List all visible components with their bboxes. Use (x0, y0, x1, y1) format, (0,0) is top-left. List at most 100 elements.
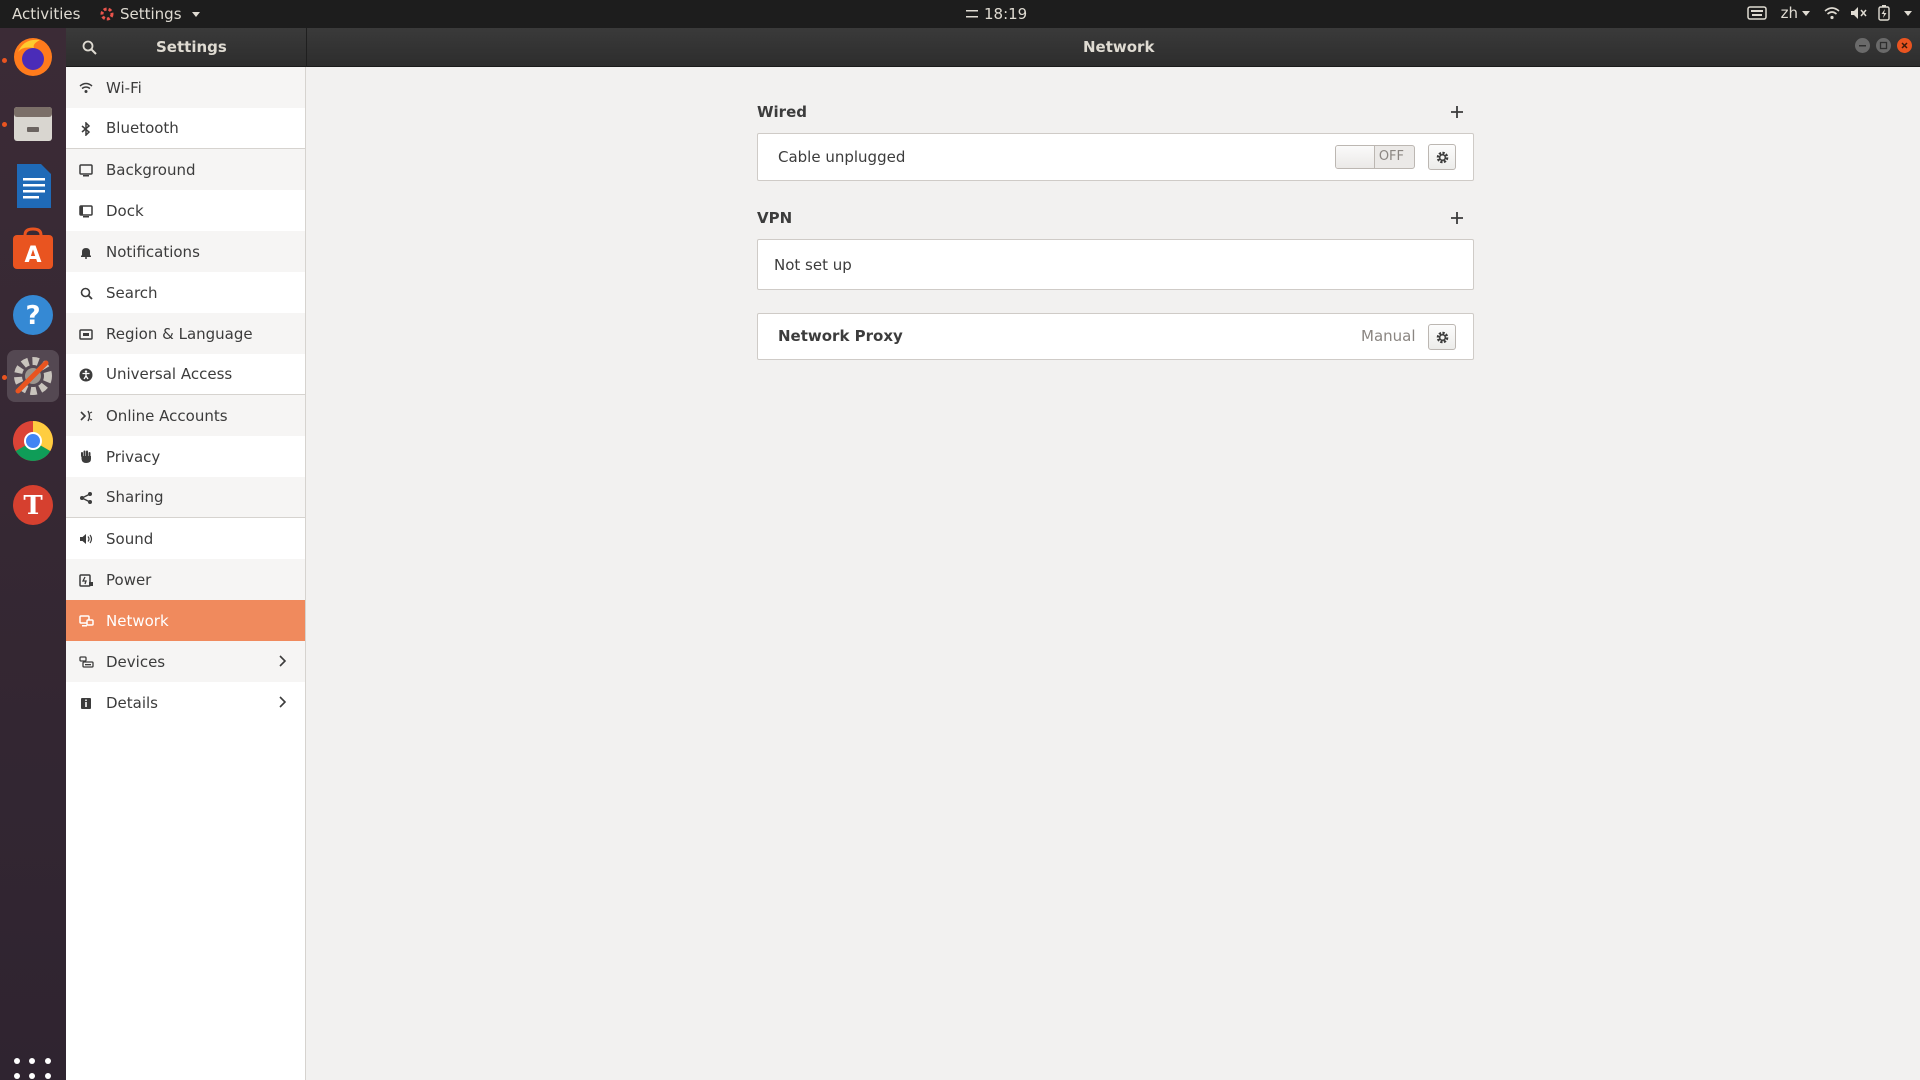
gear-icon (1436, 331, 1448, 343)
window-controls (1855, 38, 1912, 53)
wired-connection-row: Cable unplugged OFF (757, 133, 1474, 181)
sidebar-item-notifications[interactable]: Notifications (66, 231, 305, 272)
notification-list-icon (966, 10, 978, 18)
wired-section-title: Wired (757, 103, 807, 121)
chevron-right-icon (279, 696, 287, 708)
activities-button[interactable]: Activities (12, 5, 80, 23)
sidebar-item-sound[interactable]: Sound (66, 518, 305, 559)
vpn-row: Not set up (757, 239, 1474, 290)
svg-text:A: A (24, 243, 41, 268)
network-icon (78, 613, 94, 629)
wired-status-label: Cable unplugged (778, 148, 906, 166)
chevron-down-icon (1904, 10, 1912, 16)
sidebar-item-region-language[interactable]: Region & Language (66, 313, 305, 354)
sidebar-item-label: Region & Language (106, 324, 253, 343)
clock-button[interactable]: 18:19 (966, 5, 1027, 23)
switch-state-label: OFF (1378, 149, 1404, 164)
writer-icon[interactable] (7, 160, 59, 212)
settings-logo (14, 357, 52, 395)
top-bar: Activities Settings 18:19 zh (0, 0, 1920, 28)
close-button[interactable] (1897, 38, 1912, 53)
sidebar-item-power[interactable]: Power (66, 559, 305, 600)
sidebar-item-wifi[interactable]: Wi-Fi (66, 67, 305, 108)
proxy-settings-button[interactable] (1428, 324, 1456, 350)
sidebar-item-label: Notifications (106, 242, 200, 261)
hand-icon (78, 449, 94, 465)
firefox-logo (14, 38, 52, 76)
accessibility-icon (78, 367, 94, 383)
search-icon (78, 285, 94, 301)
add-wired-connection-button[interactable] (1449, 104, 1465, 120)
sidebar-item-label: Bluetooth (106, 119, 179, 137)
header-divider (306, 28, 307, 67)
region-icon (78, 326, 94, 342)
share-icon (78, 490, 94, 506)
chrome-icon[interactable] (7, 415, 59, 467)
sidebar-item-dock[interactable]: Dock (66, 190, 305, 231)
background-icon (78, 162, 94, 178)
writer-logo (17, 164, 51, 208)
minimize-icon (1859, 45, 1866, 47)
sidebar-item-bluetooth[interactable]: Bluetooth (66, 108, 305, 149)
clock-time: 18:19 (984, 5, 1028, 23)
help-logo: ? (13, 295, 53, 335)
settings-icon[interactable] (7, 350, 59, 402)
info-icon (78, 695, 94, 711)
sidebar-item-privacy[interactable]: Privacy (66, 436, 305, 477)
svg-text:?: ? (25, 301, 40, 331)
bell-icon (78, 244, 94, 260)
sidebar-item-devices[interactable]: Devices (66, 641, 305, 682)
sidebar-item-details[interactable]: Details (66, 682, 305, 723)
bluetooth-icon (78, 121, 94, 137)
close-icon (1901, 42, 1908, 49)
minimize-button[interactable] (1855, 38, 1870, 53)
sidebar-item-label: Background (106, 160, 196, 179)
network-proxy-value: Manual (1361, 327, 1416, 345)
battery-charging-icon (1878, 5, 1890, 21)
chevron-right-icon (279, 655, 287, 667)
svg-text:T: T (23, 491, 43, 521)
dock-icon (78, 203, 94, 219)
app-t-icon[interactable]: T (7, 479, 59, 531)
input-method-indicator[interactable]: zh (1781, 4, 1810, 22)
wired-toggle-switch[interactable]: OFF (1335, 145, 1415, 169)
firefox-icon[interactable] (7, 31, 59, 83)
vpn-status-label: Not set up (774, 256, 852, 274)
sidebar-item-network[interactable]: Network (66, 600, 305, 641)
sidebar-item-label: Details (106, 693, 159, 712)
chevron-down-icon (191, 11, 200, 17)
network-panel: Wired Cable unplugged OFF VPN Not set up… (306, 67, 1920, 1080)
status-indicators[interactable] (1824, 5, 1912, 21)
header-bar: Settings Network (66, 28, 1920, 67)
sidebar-item-sharing[interactable]: Sharing (66, 477, 305, 518)
show-applications-button[interactable] (14, 1058, 52, 1080)
vpn-section-title: VPN (757, 209, 793, 227)
add-vpn-button[interactable] (1449, 210, 1465, 226)
software-icon[interactable]: A (7, 224, 59, 276)
system-tray[interactable]: zh (1746, 4, 1912, 22)
keyboard-icon[interactable] (1746, 6, 1767, 20)
software-logo: A (13, 227, 53, 269)
online-accounts-icon (78, 408, 94, 424)
gear-icon (1436, 151, 1448, 163)
search-button[interactable] (76, 34, 102, 60)
maximize-button[interactable] (1876, 38, 1891, 53)
sidebar-item-label: Power (106, 570, 152, 589)
sidebar-item-universal-access[interactable]: Universal Access (66, 354, 305, 395)
volume-muted-icon (1851, 7, 1867, 19)
sidebar-item-online-accounts[interactable]: Online Accounts (66, 395, 305, 436)
chrome-logo (13, 421, 53, 461)
switch-knob (1336, 146, 1375, 168)
sidebar-item-background[interactable]: Background (66, 149, 305, 190)
sidebar-item-search[interactable]: Search (66, 272, 305, 313)
app-menu[interactable]: Settings (100, 5, 200, 23)
sidebar-item-label: Universal Access (106, 365, 233, 383)
network-proxy-row[interactable]: Network Proxy Manual (757, 313, 1474, 360)
devices-icon (78, 654, 94, 670)
app-menu-label: Settings (120, 5, 182, 23)
files-icon[interactable] (7, 97, 59, 149)
help-icon[interactable]: ? (7, 289, 59, 341)
wired-settings-button[interactable] (1428, 144, 1456, 170)
sidebar-item-label: Online Accounts (106, 406, 228, 425)
sidebar-item-label: Dock (106, 201, 144, 220)
